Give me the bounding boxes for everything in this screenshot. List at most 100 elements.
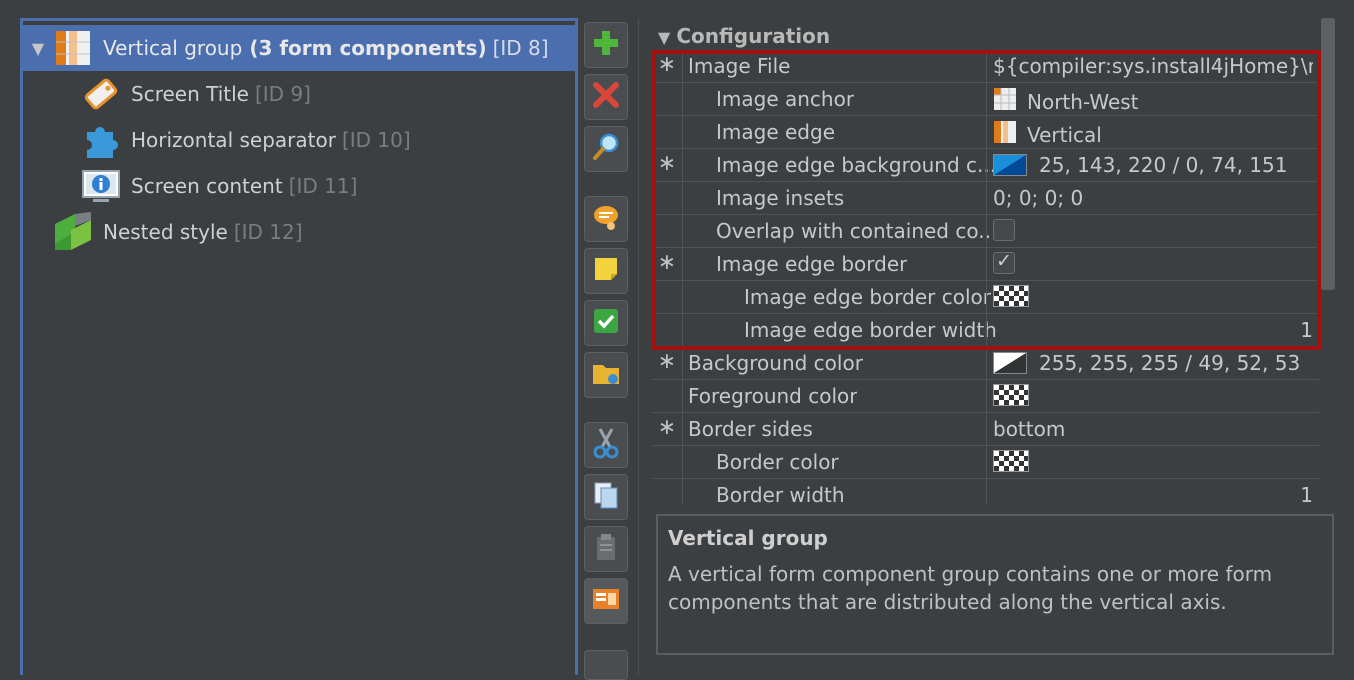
more-button[interactable] [584,650,628,680]
collapse-triangle-icon[interactable]: ▼ [658,28,670,47]
property-checkbox[interactable] [993,219,1015,241]
modified-star-icon: ∗ [657,349,677,374]
tree-item-label: Screen content [131,174,283,198]
property-row[interactable]: Foreground color [652,380,1319,413]
column-divider [986,50,987,82]
property-value[interactable]: 0; 0; 0; 0 [993,186,1313,210]
property-row[interactable]: Image edge border color [652,281,1319,314]
column-divider [986,314,987,346]
column-divider [986,479,987,504]
vertical-edge-icon [993,120,1017,149]
search-button[interactable] [584,126,628,172]
scrollbar-thumb[interactable] [1321,18,1335,290]
property-row[interactable]: ∗ Border sides bottom [652,413,1319,446]
property-row[interactable]: ∗ Image File ${compiler:sys.install4jHome}… [652,50,1319,83]
transparent-color-swatch[interactable] [993,285,1029,307]
property-row[interactable]: Image anchor North-West [652,83,1319,116]
folder-button[interactable] [584,352,628,398]
property-value[interactable] [993,384,1313,406]
property-row[interactable]: Border color [652,446,1319,479]
note-button[interactable] [584,248,628,294]
vertical-group-icon [53,29,93,67]
copy-button[interactable] [584,474,628,520]
property-name: Border color [716,450,839,474]
column-divider [986,83,987,115]
expand-arrow-icon[interactable]: ▼ [23,39,53,58]
tree-item-vertical-group[interactable]: ▼ Vertical group (3 form components) [ID… [23,25,575,71]
property-value[interactable]: North-West [993,87,1313,116]
property-name: Image edge border width [744,318,997,342]
property-row[interactable]: Overlap with contained co... [652,215,1319,248]
row-gutter [682,314,683,346]
tree-item-id: [ID 9] [254,82,311,106]
row-gutter [682,116,683,148]
property-row[interactable]: Border width 1 [652,479,1319,504]
property-row[interactable]: ∗ Background color 255, 255, 255 / 49, 52,… [652,347,1319,380]
tree-item-id: [ID 11] [288,174,358,198]
column-divider [986,182,987,214]
tree-item-nested-style[interactable]: Nested style [ID 12] [53,209,303,255]
component-tree[interactable]: ▼ Vertical group (3 form components) [ID… [20,18,578,675]
row-gutter [682,83,683,115]
property-value[interactable]: 1 [993,318,1313,342]
paste-button[interactable] [584,526,628,572]
row-gutter [682,347,683,379]
property-name: Image anchor [716,87,855,111]
cut-button[interactable] [584,422,628,468]
puzzle-icon [81,121,121,159]
property-name: Border width [716,483,845,504]
property-value-text: Vertical [1027,122,1102,147]
property-value[interactable] [993,219,1313,241]
property-value-text: 1 [1300,318,1313,342]
description-text: A vertical form component group contains… [668,562,1273,614]
property-value[interactable]: ${compiler:sys.install4jHome}\res... [993,54,1313,78]
property-name: Image File [688,54,791,78]
property-name: Image insets [716,186,845,210]
property-row[interactable]: ∗ Image edge border [652,248,1319,281]
add-button[interactable] [584,22,628,68]
property-value[interactable] [993,450,1313,472]
row-gutter [682,215,683,247]
transparent-color-swatch[interactable] [993,450,1029,472]
property-row[interactable]: Image edge Vertical [652,116,1319,149]
property-value[interactable] [993,285,1313,307]
description-panel: Vertical group A vertical form component… [656,514,1334,655]
property-row[interactable]: ∗ Image edge background c... 25, 143, 220 … [652,149,1319,182]
property-row[interactable]: Image edge border width 1 [652,314,1319,347]
property-value-text: 25, 143, 220 / 0, 74, 151 [1039,153,1288,177]
property-name: Image edge [716,120,835,144]
property-row[interactable]: Image insets 0; 0; 0; 0 [652,182,1319,215]
transparent-color-swatch[interactable] [993,384,1029,406]
property-value[interactable]: 1 [993,483,1313,504]
tree-item-label: Vertical group [103,36,243,60]
property-value[interactable]: 25, 143, 220 / 0, 74, 151 [993,153,1313,177]
preview-button[interactable] [584,578,628,624]
row-gutter [682,479,683,504]
column-divider [986,413,987,445]
delete-button[interactable] [584,74,628,120]
panel-divider[interactable] [638,18,639,675]
column-divider [986,446,987,478]
enable-button[interactable] [584,300,628,346]
color-swatch[interactable] [993,352,1027,374]
column-divider [986,149,987,181]
property-checkbox[interactable] [993,252,1015,274]
property-value[interactable]: bottom [993,417,1313,441]
tree-item-label: Screen Title [131,82,249,106]
tree-item-screen-content[interactable]: Screen content [ID 11] [81,163,357,209]
tree-item-horizontal-separator[interactable]: Horizontal separator [ID 10] [81,117,411,163]
color-swatch[interactable] [993,154,1027,176]
property-value[interactable]: 255, 255, 255 / 49, 52, 53 [993,351,1313,375]
section-header-configuration[interactable]: ▼ Configuration [658,24,830,48]
column-divider [986,347,987,379]
row-gutter [682,50,683,82]
plus-icon [592,29,620,61]
property-value-text: 1 [1300,483,1313,504]
property-value-text: North-West [1027,89,1139,114]
property-name: Foreground color [688,384,858,408]
tree-item-screen-title[interactable]: Screen Title [ID 9] [81,71,311,117]
property-value[interactable]: Vertical [993,120,1313,149]
property-value[interactable] [993,252,1313,274]
comment-button[interactable] [584,196,628,242]
paste-icon [592,532,620,566]
